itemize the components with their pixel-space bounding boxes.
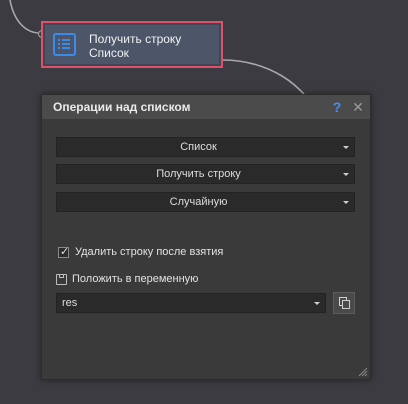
- copy-button[interactable]: [333, 292, 355, 314]
- mode-select[interactable]: Случайную: [56, 192, 355, 212]
- resize-grip-icon[interactable]: [356, 365, 368, 377]
- save-to-variable-label: Положить в переменную: [72, 273, 199, 285]
- list-operations-dialog: Операции над списком ? ✕ Список Получить…: [41, 94, 371, 380]
- chevron-down-icon: [343, 201, 349, 204]
- chevron-down-icon: [343, 146, 349, 149]
- variable-select[interactable]: res: [56, 293, 326, 313]
- chevron-down-icon: [314, 302, 320, 305]
- list-icon: [53, 33, 76, 56]
- node-subtitle: Список: [89, 46, 129, 60]
- operation-select-value: Получить строку: [156, 168, 241, 180]
- remove-after-take-label: Удалить строку после взятия: [75, 246, 224, 258]
- node-title: Получить строку: [89, 32, 182, 46]
- get-string-node[interactable]: Получить строку Список: [41, 21, 223, 68]
- dialog-titlebar[interactable]: Операции над списком ? ✕: [42, 95, 370, 119]
- operation-select[interactable]: Получить строку: [56, 164, 355, 184]
- variable-select-value: res: [62, 297, 78, 309]
- chevron-down-icon: [343, 173, 349, 176]
- save-icon: [56, 274, 67, 285]
- remove-after-take-checkbox[interactable]: ✓: [58, 246, 70, 258]
- close-button[interactable]: ✕: [351, 99, 365, 115]
- list-select[interactable]: Список: [56, 137, 355, 157]
- help-button[interactable]: ?: [331, 99, 343, 115]
- dialog-title: Операции над списком: [53, 100, 191, 114]
- mode-select-value: Случайную: [169, 196, 228, 208]
- list-select-value: Список: [180, 141, 217, 153]
- checkmark-icon: ✓: [60, 246, 70, 258]
